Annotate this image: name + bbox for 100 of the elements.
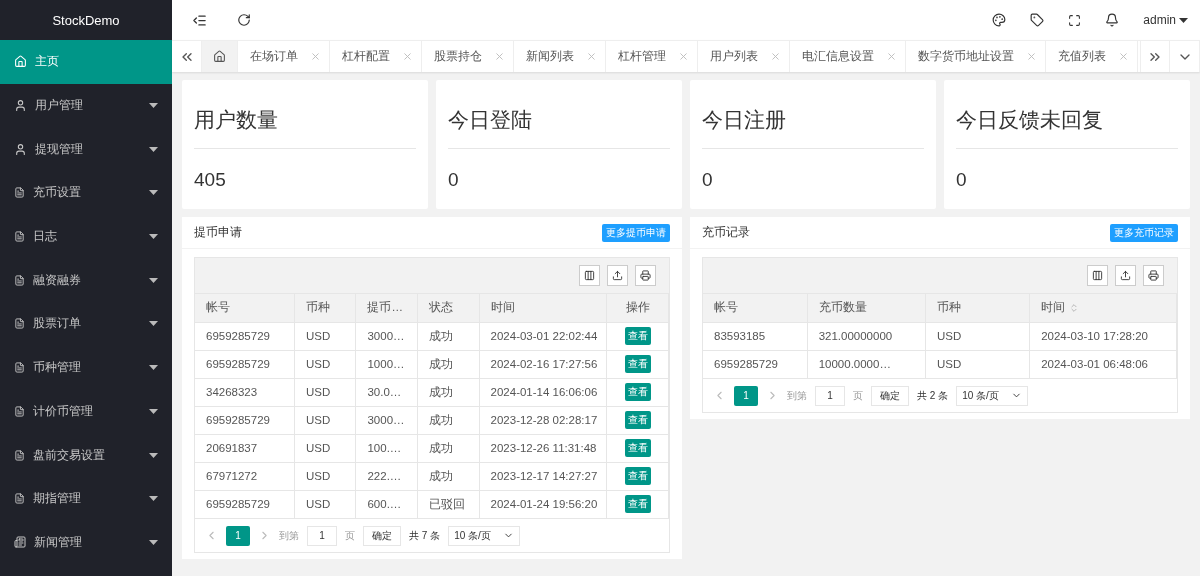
sidebar-item[interactable]: 计价币管理: [0, 389, 172, 434]
table-cell: 2024-02-16 17:27:56: [479, 350, 607, 378]
tab[interactable]: 数字货币地址设置: [906, 41, 1046, 72]
table-cell: 2024-03-01 06:48:06: [1029, 350, 1177, 378]
document-icon: [14, 493, 25, 505]
sidebar-item[interactable]: 股票订单: [0, 302, 172, 346]
page-unit-label: 页: [345, 528, 355, 543]
view-button[interactable]: 查看: [624, 383, 651, 401]
table-cell: 34268323: [195, 378, 295, 406]
tab[interactable]: 杠杆配置: [330, 41, 422, 72]
tab-label: 电汇信息设置: [802, 49, 874, 64]
confirm-button[interactable]: 确定: [363, 525, 401, 546]
tab[interactable]: 新闻列表: [514, 41, 606, 72]
stat-value: 0: [956, 168, 968, 192]
sidebar-item[interactable]: 用户管理: [0, 83, 172, 128]
export-icon[interactable]: [607, 265, 628, 286]
export-icon[interactable]: [1115, 265, 1136, 286]
confirm-button[interactable]: 确定: [871, 385, 909, 406]
table-cell: 6959285729: [195, 406, 295, 434]
refresh-icon[interactable]: [237, 13, 251, 27]
sidebar-item[interactable]: 日志: [0, 214, 172, 259]
sidebar-item[interactable]: 主页: [0, 40, 172, 84]
bell-icon[interactable]: [1105, 13, 1120, 27]
page-number-button[interactable]: 1: [226, 525, 250, 546]
view-button[interactable]: 查看: [624, 411, 651, 429]
view-button[interactable]: 查看: [624, 467, 651, 485]
page-size-select[interactable]: 10 条/页: [448, 525, 520, 546]
tab-label: 杠杆配置: [342, 49, 390, 64]
view-button[interactable]: 查看: [624, 439, 651, 457]
palette-icon[interactable]: [992, 13, 1007, 27]
page-input[interactable]: 1: [307, 525, 337, 546]
tab[interactable]: 充值列表: [1046, 41, 1138, 72]
table-cell: 222.…: [355, 462, 418, 490]
stat-value: 0: [448, 168, 460, 192]
table-cell: 2023-12-28 02:28:17: [479, 406, 607, 434]
sidebar-item-label: 日志: [33, 228, 58, 246]
sidebar-item-label: 计价币管理: [33, 402, 94, 420]
view-button[interactable]: 查看: [624, 355, 651, 373]
table-cell: 成功: [417, 350, 480, 378]
stat-value: 405: [194, 168, 227, 192]
user-menu[interactable]: admin: [1143, 13, 1188, 27]
table-cell: 1000…: [355, 350, 418, 378]
tab-label: 杠杆管理: [618, 49, 666, 64]
print-icon[interactable]: [635, 265, 656, 286]
sidebar-item-label: 用户管理: [35, 97, 84, 115]
home-tab[interactable]: [202, 41, 238, 72]
fullscreen-icon[interactable]: [1068, 13, 1082, 27]
table-cell: 3000…: [355, 322, 418, 350]
table-cell: 6959285729: [195, 350, 295, 378]
stat-title: 今日注册: [702, 80, 924, 149]
total-count: 共 7 条: [409, 528, 441, 543]
scroll-right-button[interactable]: [1140, 41, 1170, 72]
table-cell: 83593185: [703, 322, 808, 350]
table-cell: USD: [294, 434, 356, 462]
view-button[interactable]: 查看: [624, 495, 651, 514]
stat-value: 0: [702, 168, 714, 192]
columns-icon[interactable]: [1087, 265, 1108, 286]
table-cell: 6959285729: [703, 350, 808, 378]
page-unit-label: 页: [853, 388, 863, 403]
document-icon: [14, 362, 25, 374]
table-cell: USD: [925, 350, 1030, 378]
sidebar-item[interactable]: 充币设置: [0, 171, 172, 215]
table-cell: USD: [294, 378, 356, 406]
sidebar-item-label: 主页: [35, 53, 60, 71]
document-icon: [14, 274, 25, 286]
sidebar-item[interactable]: 盘前交易设置: [0, 433, 172, 477]
sidebar-item[interactable]: 提现管理: [0, 127, 172, 172]
tab[interactable]: 在场订单: [238, 41, 330, 72]
sidebar-item[interactable]: 融资融券: [0, 258, 172, 303]
tab[interactable]: 股票持仓: [422, 41, 514, 72]
column-header: 时间: [1029, 294, 1177, 322]
tab[interactable]: 用户列表: [698, 41, 790, 72]
column-header: 币种: [294, 294, 356, 322]
tag-icon[interactable]: [1030, 13, 1045, 27]
sidebar-item-label: 股票订单: [33, 315, 82, 333]
table-cell: 成功: [417, 378, 480, 406]
sidebar-item[interactable]: 新闻管理: [0, 520, 172, 565]
sidebar-item-label: 充币设置: [33, 184, 82, 202]
table-cell: 成功: [417, 434, 480, 462]
sidebar-item[interactable]: 期指管理: [0, 476, 172, 521]
stat-title: 今日登陆: [448, 80, 670, 149]
sidebar-item-label: 盘前交易设置: [33, 446, 106, 464]
tab-menu-button[interactable]: [1170, 41, 1200, 72]
column-header: 充币数量: [807, 294, 926, 322]
scroll-left-button[interactable]: [172, 41, 202, 72]
tab[interactable]: 电汇信息设置: [790, 41, 906, 72]
page-input[interactable]: 1: [815, 385, 845, 406]
view-button[interactable]: 查看: [624, 327, 651, 345]
tab[interactable]: 杠杆管理: [606, 41, 698, 72]
document-icon: [14, 187, 25, 199]
columns-icon[interactable]: [579, 265, 600, 286]
print-icon[interactable]: [1143, 265, 1164, 286]
page-size-select[interactable]: 10 条/页: [956, 385, 1028, 406]
brand-name: StockDemo: [51, 11, 121, 30]
newspaper-icon: [14, 536, 26, 549]
sidebar-item[interactable]: 币种管理: [0, 345, 172, 390]
menu-icon[interactable]: [192, 12, 207, 28]
stat-title: 今日反馈未回复: [956, 80, 1178, 149]
page-number-button[interactable]: 1: [734, 385, 758, 406]
sidebar-item-label: 融资融券: [33, 271, 82, 289]
